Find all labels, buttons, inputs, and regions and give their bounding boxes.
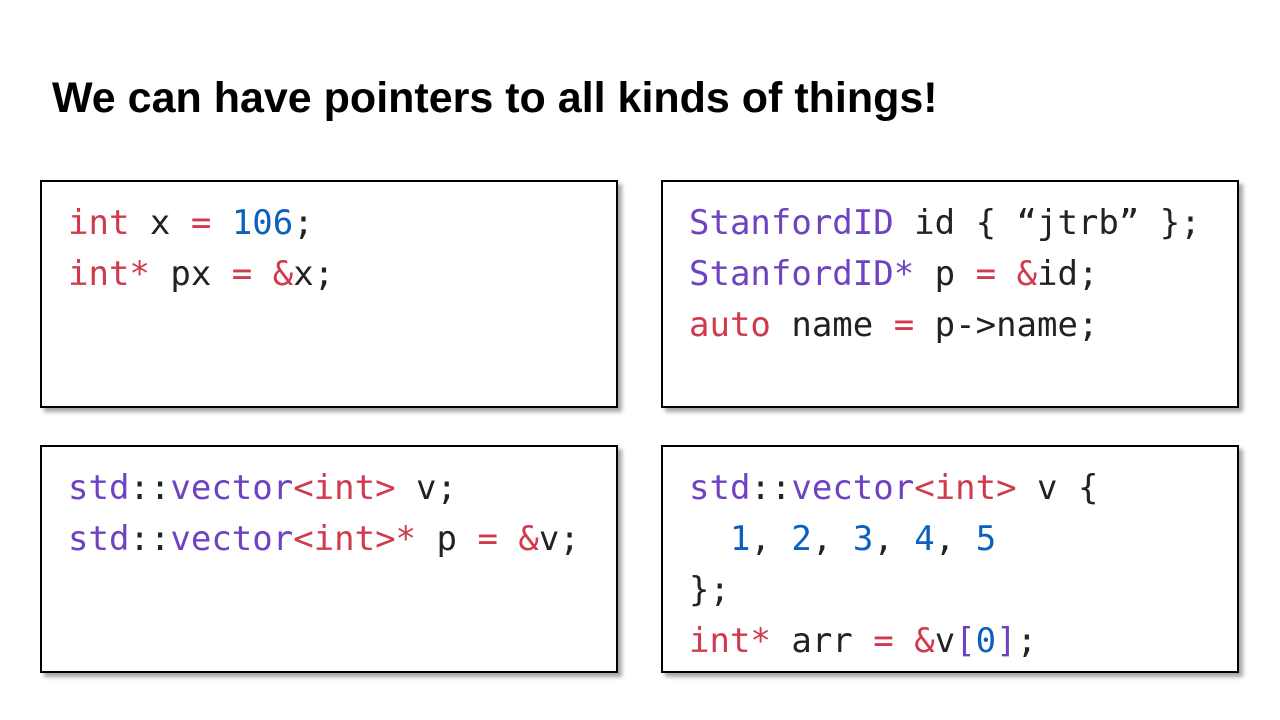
code-token-plain: v;	[538, 519, 580, 559]
code-token-type: [	[955, 621, 976, 661]
code-token-kw: <int>	[293, 468, 396, 508]
code-token-num: 4	[914, 519, 935, 559]
code-token-plain: ::	[750, 468, 792, 508]
code-token-type: std	[689, 468, 751, 508]
code-box-vector-pointer: std::vector<int> v; std::vector<int>* p =…	[40, 445, 618, 673]
code-token-num: 3	[852, 519, 874, 559]
code-token-plain: ,	[934, 519, 976, 559]
code-token-type: vector	[170, 468, 294, 508]
code-token-plain: v	[934, 621, 956, 661]
code-token-kw: <int>	[914, 468, 1017, 508]
code-token-plain: id { “jtrb” };	[893, 203, 1201, 243]
code-line: 1, 2, 3, 4, 5	[689, 514, 1098, 565]
code-token-type: vector	[791, 468, 915, 508]
code-token-plain: v {	[1016, 468, 1099, 508]
code-token-plain: x	[129, 203, 191, 243]
code-token-kw: &	[518, 519, 539, 559]
code-token-kw: int	[68, 203, 130, 243]
code-block: StanfordID id { “jtrb” }; StanfordID* p =…	[689, 198, 1201, 351]
code-token-kw: =	[873, 621, 894, 661]
code-token-num: 0	[975, 621, 997, 661]
code-token-kw: <int>*	[293, 519, 417, 559]
code-token-kw: &	[1016, 254, 1038, 294]
code-token-plain: name	[770, 305, 894, 345]
code-token-type: StanfordID*	[689, 254, 915, 294]
code-line: auto name = p->name;	[689, 300, 1201, 351]
code-block: std::vector<int> v { 1, 2, 3, 4, 5};int*…	[689, 463, 1098, 667]
code-line: };	[689, 565, 1098, 616]
code-token-kw: =	[477, 519, 498, 559]
code-token-kw: auto	[689, 305, 771, 345]
code-token-type: ]	[996, 621, 1017, 661]
code-token-plain: ;	[1016, 621, 1038, 661]
code-token-plain: p->name;	[914, 305, 1099, 345]
code-line: std::vector<int> v;	[68, 463, 580, 514]
code-token-plain: id;	[1037, 254, 1099, 294]
code-token-type: std	[68, 519, 130, 559]
code-token-num: 2	[791, 519, 812, 559]
code-line: int* arr = &v[0];	[689, 616, 1098, 667]
code-token-plain: arr	[770, 621, 874, 661]
code-token-plain: ::	[129, 468, 171, 508]
code-token-plain: ,	[811, 519, 853, 559]
code-token-plain: };	[689, 570, 730, 610]
code-line: StanfordID* p = &id;	[689, 249, 1201, 300]
code-line: std::vector<int>* p = &v;	[68, 514, 580, 565]
code-line: int* px = &x;	[68, 249, 334, 300]
code-token-type: vector	[170, 519, 294, 559]
code-token-plain: x;	[293, 254, 335, 294]
code-token-plain: p	[914, 254, 976, 294]
code-token-plain: ;	[293, 203, 314, 243]
code-token-plain: v;	[395, 468, 457, 508]
code-token-num: 106	[231, 203, 294, 243]
code-token-kw: =	[893, 305, 915, 345]
code-line: std::vector<int> v {	[689, 463, 1098, 514]
code-token-plain: px	[149, 254, 232, 294]
slide-title: We can have pointers to all kinds of thi…	[52, 74, 938, 122]
code-token-type: std	[68, 468, 130, 508]
code-token-plain: ::	[129, 519, 171, 559]
code-token-kw: =	[190, 203, 212, 243]
code-box-int-pointer: int x = 106; int* px = &x;	[40, 180, 618, 408]
code-block: std::vector<int> v; std::vector<int>* p =…	[68, 463, 580, 565]
code-token-plain: p	[416, 519, 478, 559]
code-line: StanfordID id { “jtrb” };	[689, 198, 1201, 249]
code-block: int x = 106; int* px = &x;	[68, 198, 334, 300]
code-token-type: StanfordID	[689, 203, 894, 243]
code-token-num: 1	[729, 519, 751, 559]
code-box-struct-pointer: StanfordID id { “jtrb” }; StanfordID* p =…	[661, 180, 1239, 408]
code-token-kw: =	[975, 254, 997, 294]
code-token-kw: int*	[689, 621, 771, 661]
code-token-plain: ,	[750, 519, 792, 559]
code-token-num: 5	[975, 519, 997, 559]
code-token-kw: int*	[68, 254, 150, 294]
code-token-kw: &	[272, 254, 294, 294]
code-line: int x = 106;	[68, 198, 334, 249]
code-token-kw: =	[231, 254, 253, 294]
code-token-plain: ,	[873, 519, 915, 559]
code-token-kw: &	[914, 621, 935, 661]
code-box-array-pointer: std::vector<int> v { 1, 2, 3, 4, 5};int*…	[661, 445, 1239, 673]
